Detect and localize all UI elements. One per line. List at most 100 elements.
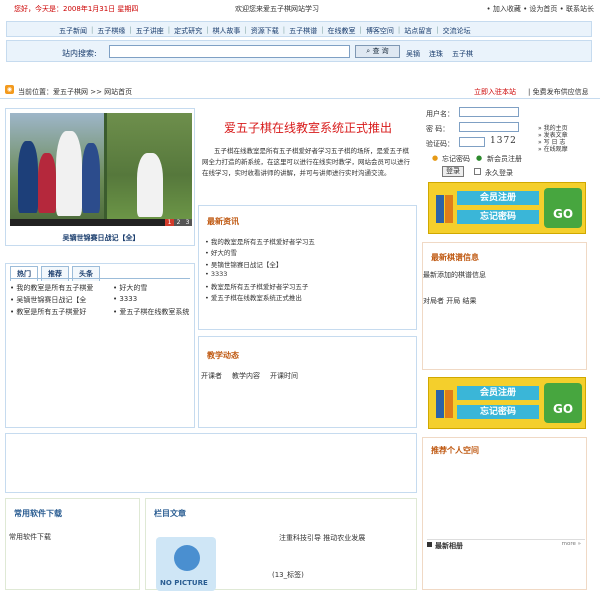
photo-caption[interactable]: 吴镝世锦赛日战记【全】: [6, 233, 196, 243]
search-label: 站内搜索:: [62, 49, 97, 58]
password-label: 密 码：: [426, 125, 450, 133]
news-item[interactable]: • 教室是所有五子棋爱好者学习五子: [205, 281, 315, 292]
news-item[interactable]: • 吴镝世锦赛日战记【全】: [205, 259, 315, 270]
breadcrumb: ◉ 当前位置：爱五子棋网 >> 网站首页 立即入驻本站 | 免费发布供应信息: [0, 84, 600, 96]
remember-label: 永久登录: [485, 169, 513, 177]
captcha-image: 1372: [490, 136, 517, 146]
post-article-link[interactable]: » 发表文章: [538, 132, 568, 139]
list-item[interactable]: • 吴镝世锦赛日战记【全: [10, 295, 86, 305]
nav-item-lectures[interactable]: 五子讲座: [132, 22, 168, 36]
teaching-updates-title: 教学动态: [207, 351, 239, 360]
free-publish-link[interactable]: | 免费发布供应信息: [528, 87, 589, 97]
people-icon: [434, 195, 454, 227]
announcement-title[interactable]: 爱五子棋在线教室系统正式推出: [206, 119, 410, 136]
news-item[interactable]: • 3333: [205, 270, 315, 281]
register-banner-bottom[interactable]: 会员注册 忘记密码 GO: [428, 377, 586, 429]
slide-number[interactable]: 3: [183, 219, 192, 226]
write-log-link[interactable]: » 写 日 志: [538, 139, 568, 146]
banner-forgot-label: 忘记密码: [457, 210, 539, 224]
login-form: 用户名： 密 码： 验证码： 1372 » 我的主页 » 发表文章 » 写 日 …: [424, 103, 588, 181]
password-input[interactable]: [459, 122, 519, 132]
search-input[interactable]: [109, 45, 350, 58]
new-member-register-link[interactable]: 新会员注册: [487, 154, 522, 164]
key-icon: ●: [432, 154, 439, 162]
column-article-item[interactable]: 注重科技引导 推动农业发展: [279, 533, 365, 543]
column-title: 栏目文章: [154, 509, 186, 518]
time-col: 开课时间: [270, 372, 298, 380]
no-picture-placeholder[interactable]: NO PICTURE: [156, 537, 216, 591]
nav-item-game-records[interactable]: 五子棋谱: [285, 22, 321, 36]
bullet-icon: [427, 542, 432, 547]
banner-register-label: 会员注册: [457, 386, 539, 400]
hot-keyword[interactable]: 连珠: [429, 49, 443, 59]
nav-item-guestbook[interactable]: 站点留言: [400, 22, 436, 36]
news-item[interactable]: • 好大的雪: [205, 247, 315, 258]
photo-right: [107, 113, 192, 226]
slideshow-image[interactable]: 1 2 3: [10, 113, 192, 226]
online-observe-link[interactable]: » 在线观摩: [538, 146, 568, 153]
list-item[interactable]: • 3333: [113, 295, 137, 303]
nav-item-classroom[interactable]: 在线教室: [324, 22, 360, 36]
latest-records-panel: 最新棋谱信息 最新添加的棋谱信息 对局者 开局 结果: [422, 242, 587, 370]
nav-item-stories[interactable]: 棋人故事: [208, 22, 244, 36]
search-button-label: 查 询: [372, 47, 389, 55]
captcha-input[interactable]: [459, 137, 485, 147]
search-button[interactable]: ⌕ 查 询: [355, 45, 400, 58]
picture-icon: [174, 545, 200, 571]
nav-item-downloads[interactable]: 资源下载: [247, 22, 283, 36]
news-item[interactable]: • 我的教室是所有五子棋爱好者学习五: [205, 236, 315, 247]
more-link[interactable]: more »: [562, 541, 581, 547]
remember-checkbox[interactable]: [474, 168, 481, 175]
ad-placeholder: [5, 433, 417, 493]
teaching-updates-panel: 教学动态 开课者 教学内容 开课时间: [198, 336, 417, 428]
welcome-text: 欢迎您来爱五子棋网站学习: [235, 5, 319, 13]
go-button[interactable]: GO: [544, 383, 582, 423]
person-figure: [82, 143, 100, 213]
album-row: 最新相册 more »: [427, 539, 585, 550]
go-button[interactable]: GO: [544, 188, 582, 228]
banner-forgot-label: 忘记密码: [457, 405, 539, 419]
teacher-col: 开课者: [201, 372, 222, 380]
login-button[interactable]: 登录: [442, 166, 464, 177]
photo-left: [10, 113, 104, 226]
list-item[interactable]: • 教室是所有五子棋爱好: [10, 307, 86, 317]
list-item[interactable]: • 好大的雪: [113, 283, 147, 293]
join-site-link[interactable]: 立即入驻本站: [474, 87, 516, 97]
latest-album-label: 最新相册: [435, 542, 463, 550]
news-item[interactable]: • 爱五子棋在线教室系统正式推出: [205, 292, 315, 303]
top-links[interactable]: • 加入收藏 • 设为首页 • 联系站长: [486, 4, 594, 14]
teaching-header: 开课者 教学内容 开课时间: [201, 371, 308, 381]
main-nav: 五子新闻 | 五子棋缘 | 五子讲座 | 定式研究 | 棋人故事 | 资源下载 | 五子棋谱…: [6, 21, 592, 37]
nav-item-forum[interactable]: 交流论坛: [439, 22, 475, 36]
forgot-password-link[interactable]: 忘记密码: [442, 154, 470, 164]
person-figure: [56, 131, 82, 216]
register-banner-top[interactable]: 会员注册 忘记密码 GO: [428, 182, 586, 234]
person-figure: [137, 153, 163, 217]
tab-underline: [10, 278, 190, 279]
list-item[interactable]: • 爱五子棋在线教室系统: [113, 307, 189, 317]
rss-icon: ◉: [5, 85, 14, 94]
hot-keyword[interactable]: 吴镝: [406, 49, 420, 59]
nav-item-blog[interactable]: 博客空间: [362, 22, 398, 36]
slide-number[interactable]: 2: [174, 219, 183, 226]
slide-number[interactable]: 1: [165, 219, 174, 226]
software-item[interactable]: 常用软件下载: [9, 532, 51, 542]
announcement-body: 五子棋在线教室是所有五子棋爱好者学习五子棋的场所，是爱五子棋网全力打造的新系统，…: [202, 147, 410, 177]
records-desc: 最新添加的棋谱信息: [423, 271, 486, 279]
list-item[interactable]: • 我的教室是所有五子棋爱: [10, 283, 93, 293]
records-header: 对局者 开局 结果: [423, 297, 477, 305]
photo-slideshow: 1 2 3 吴镝世锦赛日战记【全】: [5, 108, 195, 246]
person-figure: [38, 153, 56, 213]
username-input[interactable]: [459, 107, 519, 117]
user-quick-links: » 我的主页 » 发表文章 » 写 日 志 » 在线观摩: [538, 125, 568, 153]
nav-item-chess-fate[interactable]: 五子棋缘: [93, 22, 129, 36]
top-bar: 您好，今天是：2008年1月31日 星期四 欢迎您来爱五子棋网站学习 • 加入收…: [0, 0, 600, 15]
my-homepage-link[interactable]: » 我的主页: [538, 125, 568, 132]
search-icon: ⌕: [366, 47, 371, 55]
nav-item-news[interactable]: 五子新闻: [55, 22, 91, 36]
hot-keyword[interactable]: 五子棋: [452, 49, 473, 59]
nav-item-openings[interactable]: 定式研究: [170, 22, 206, 36]
no-picture-label: NO PICTURE: [160, 579, 208, 587]
tabbed-list: 热门 推荐 头条 • 我的教室是所有五子棋爱 • 好大的雪 • 吴镝世锦赛日战记…: [5, 263, 195, 428]
date-greeting: 您好，今天是：2008年1月31日 星期四: [14, 5, 139, 13]
